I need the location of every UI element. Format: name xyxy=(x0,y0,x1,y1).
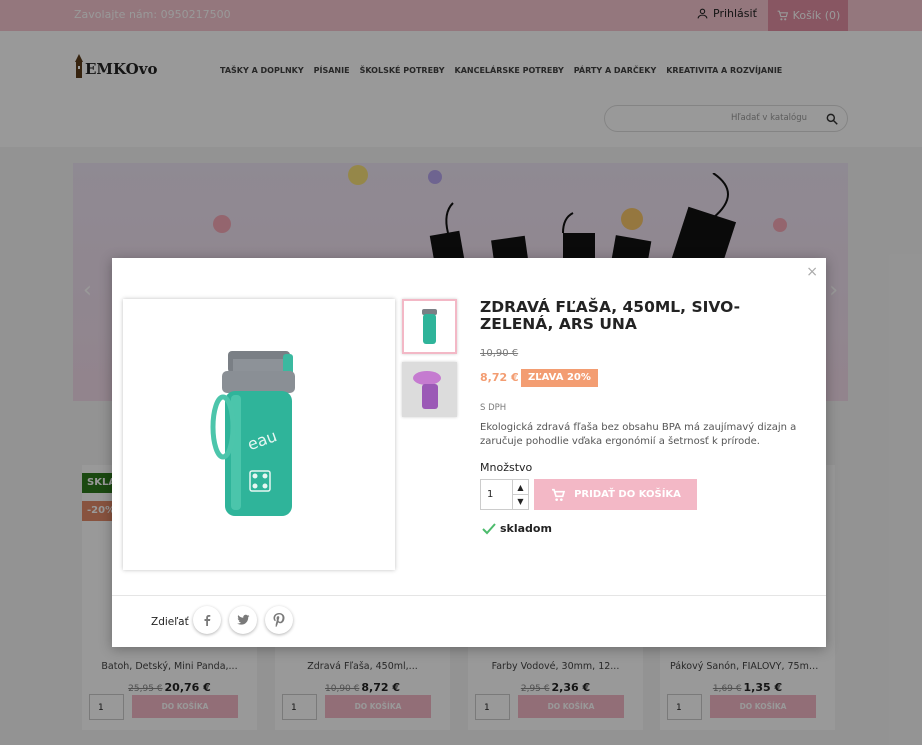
add-to-cart-label: PRIDAŤ DO KOŠÍKA xyxy=(574,489,681,500)
increment-chevron-up-icon[interactable]: ▲ xyxy=(512,480,528,495)
facebook-icon xyxy=(204,615,211,626)
quantity-stepper[interactable]: 1 ▲ ▼ xyxy=(480,479,529,510)
share-pinterest-button[interactable] xyxy=(265,606,293,634)
product-main-image[interactable]: eau xyxy=(123,299,395,570)
share-label: Zdieľať xyxy=(151,616,189,628)
stock-label: skladom xyxy=(500,522,552,535)
pinterest-icon xyxy=(273,613,285,627)
add-to-cart-button[interactable]: PRIDAŤ DO KOŠÍKA xyxy=(534,479,697,510)
product-description: Ekologická zdravá fľaša bez obsahu BPA m… xyxy=(480,422,797,447)
quantity-label: Množstvo xyxy=(480,461,533,474)
water-bottle-image: eau xyxy=(210,351,295,516)
discount-label: ZĽAVA 20% xyxy=(521,369,598,387)
modal-footer: Zdieľať xyxy=(112,595,826,647)
bottle-cap-thumbnail-image xyxy=(402,362,457,417)
stock-status: skladom xyxy=(482,522,552,535)
bottle-thumbnail-image xyxy=(422,309,437,344)
close-icon[interactable]: × xyxy=(806,264,818,280)
check-icon xyxy=(482,522,496,534)
share-twitter-button[interactable] xyxy=(229,606,257,634)
twitter-icon xyxy=(236,614,249,625)
product-title: ZDRAVÁ FĽAŠA, 450ML, SIVO-ZELENÁ, ARS UN… xyxy=(480,298,741,333)
quick-view-modal: × eau ZDRAVÁ FĽAŠA, 450ML, SIVO-ZELENÁ, … xyxy=(112,258,826,647)
share-facebook-button[interactable] xyxy=(193,606,221,634)
product-thumbnail-1[interactable] xyxy=(402,299,457,354)
current-price: 8,72 € xyxy=(480,371,519,384)
cart-icon xyxy=(552,488,566,501)
product-thumbnail-2[interactable] xyxy=(402,362,457,417)
decrement-chevron-down-icon[interactable]: ▼ xyxy=(512,494,528,509)
quantity-input[interactable]: 1 xyxy=(487,489,493,500)
regular-price: 10,90 € xyxy=(480,348,519,359)
tax-label: S DPH xyxy=(480,403,507,413)
